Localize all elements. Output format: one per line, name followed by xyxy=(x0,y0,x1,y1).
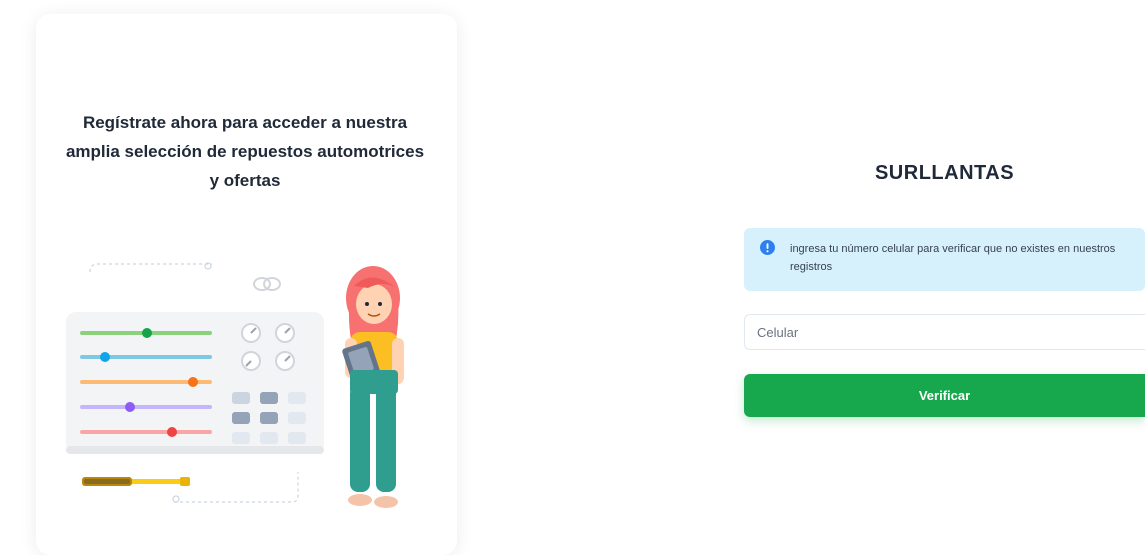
info-alert: ingresa tu número celular para verificar… xyxy=(744,228,1145,291)
promo-tagline: Regístrate ahora para acceder a nuestra … xyxy=(65,113,425,190)
phone-input[interactable] xyxy=(744,314,1145,350)
verify-button[interactable]: Verificar xyxy=(744,374,1145,417)
settings-panel-illustration xyxy=(66,262,404,508)
info-icon xyxy=(760,240,775,255)
alert-text: ingresa tu número celular para verificar… xyxy=(790,243,1116,273)
brand-title: SURLLANTAS xyxy=(874,162,1015,184)
